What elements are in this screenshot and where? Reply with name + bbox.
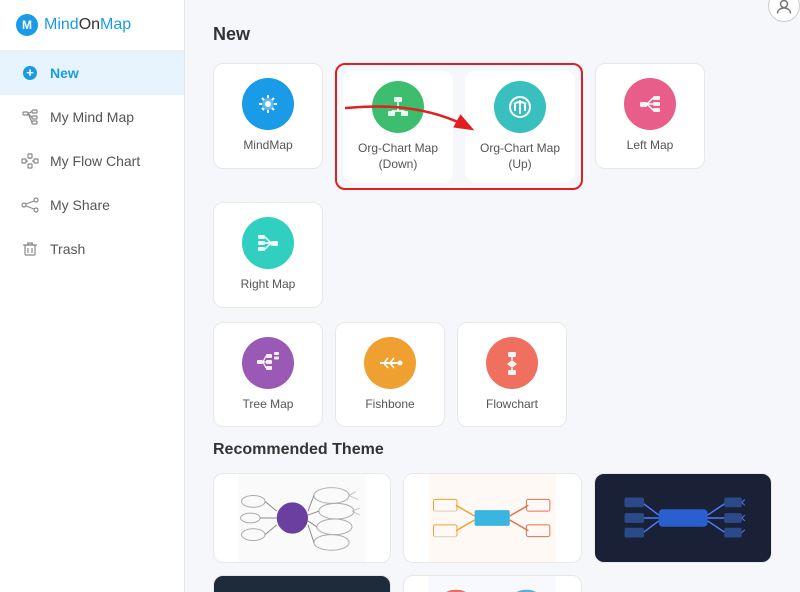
sidebar-item-trash[interactable]: Trash	[0, 227, 184, 271]
svg-text:+: +	[26, 65, 34, 80]
sidebar-item-my-share[interactable]: My Share	[0, 183, 184, 227]
recommended-theme-title: Recommended Theme	[213, 441, 772, 459]
theme-card-5[interactable]	[403, 575, 581, 592]
tree-map-label: Tree Map	[243, 397, 294, 413]
sidebar-item-new[interactable]: + New	[0, 51, 184, 95]
logo-icon: M	[16, 14, 38, 36]
map-type-tree-map[interactable]: Tree Map	[213, 322, 323, 428]
trash-icon	[20, 239, 40, 259]
map-type-org-chart-down[interactable]: Org-Chart Map(Down)	[343, 71, 453, 182]
map-type-fishbone[interactable]: Fishbone	[335, 322, 445, 428]
tree-map-icon-circle	[242, 337, 294, 389]
map-type-org-chart-up[interactable]: Org-Chart Map (Up)	[465, 71, 575, 182]
flowchart-icon-circle	[486, 337, 538, 389]
map-type-row-2: Tree Map Fishbone Flowchart	[213, 322, 772, 428]
mindmap-label: MindMap	[243, 138, 292, 154]
sidebar: M MindOnMap + New My Mind Map My Flow Ch…	[0, 0, 185, 592]
my-share-icon	[20, 195, 40, 215]
theme-card-2[interactable]	[403, 473, 581, 563]
sidebar-item-my-flow-chart-label: My Flow Chart	[50, 153, 140, 169]
theme-card-3[interactable]	[594, 473, 772, 563]
flowchart-label: Flowchart	[486, 397, 538, 413]
user-icon-area	[768, 0, 800, 22]
svg-text:M: M	[22, 18, 32, 32]
org-chart-down-icon-circle	[372, 81, 424, 133]
map-type-right-map[interactable]: Right Map	[213, 202, 323, 308]
theme-card-1[interactable]	[213, 473, 391, 563]
new-icon: +	[20, 63, 40, 83]
main-content: New MindMap	[185, 0, 800, 592]
fishbone-label: Fishbone	[365, 397, 414, 413]
sidebar-item-trash-label: Trash	[50, 241, 85, 257]
logo: M MindOnMap	[0, 0, 184, 51]
my-mind-map-icon	[20, 107, 40, 127]
sidebar-item-my-share-label: My Share	[50, 197, 110, 213]
sidebar-item-my-mind-map-label: My Mind Map	[50, 109, 134, 125]
left-map-label: Left Map	[627, 138, 674, 154]
mindmap-icon-circle	[242, 78, 294, 130]
map-type-mindmap[interactable]: MindMap	[213, 63, 323, 169]
org-chart-down-label: Org-Chart Map(Down)	[358, 141, 438, 172]
org-chart-up-label: Org-Chart Map (Up)	[473, 141, 567, 172]
theme-card-4[interactable]	[213, 575, 391, 592]
right-map-label: Right Map	[241, 277, 296, 293]
sidebar-item-my-flow-chart[interactable]: My Flow Chart	[0, 139, 184, 183]
highlighted-map-group: Org-Chart Map(Down)	[335, 63, 583, 190]
theme-grid	[213, 473, 772, 592]
sidebar-item-new-label: New	[50, 65, 79, 81]
map-type-row-1: MindMap Org-Chart Map(Down)	[213, 63, 772, 308]
right-map-icon-circle	[242, 217, 294, 269]
fishbone-icon-circle	[364, 337, 416, 389]
left-map-icon-circle	[624, 78, 676, 130]
logo-text: MindOnMap	[44, 16, 131, 34]
sidebar-item-my-mind-map[interactable]: My Mind Map	[0, 95, 184, 139]
map-type-left-map[interactable]: Left Map	[595, 63, 705, 169]
user-profile-button[interactable]	[768, 0, 800, 22]
section-title: New	[213, 24, 772, 45]
my-flow-chart-icon	[20, 151, 40, 171]
map-type-flowchart[interactable]: Flowchart	[457, 322, 567, 428]
org-chart-up-icon-circle	[494, 81, 546, 133]
